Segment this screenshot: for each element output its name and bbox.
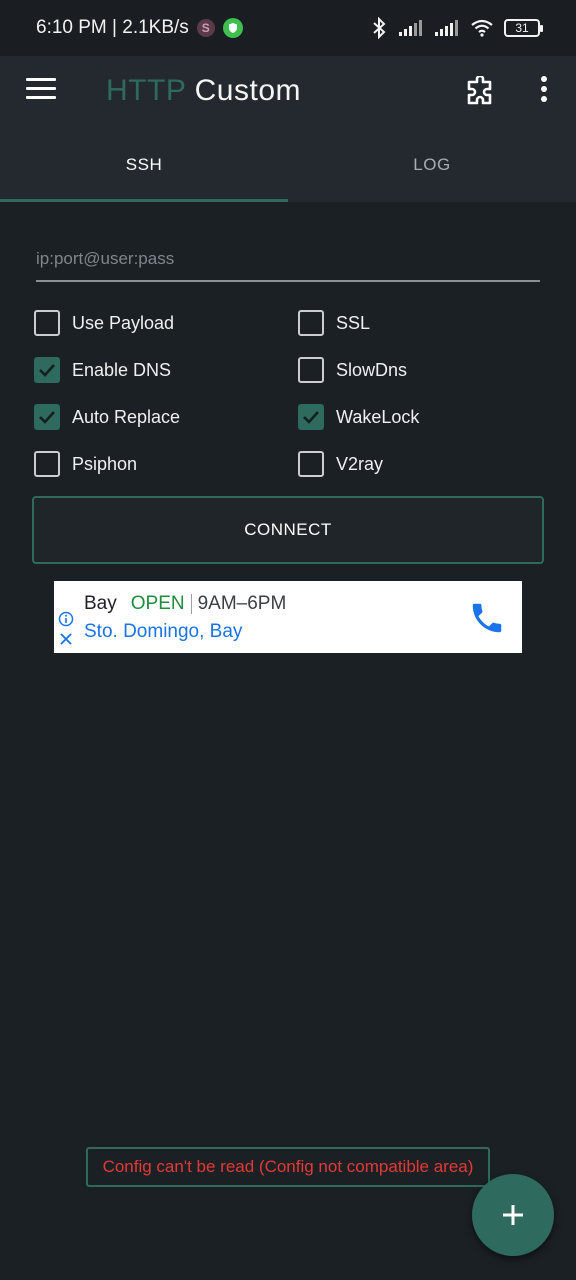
checkbox-auto-replace[interactable]	[34, 404, 60, 430]
ad-banner[interactable]: Bay OPEN 9AM–6PM Sto. Domingo, Bay	[54, 581, 522, 653]
ad-business-name: Bay	[84, 593, 117, 614]
signal-icon	[399, 20, 422, 36]
checkbox-enable-dns[interactable]	[34, 357, 60, 383]
wifi-icon	[471, 19, 493, 37]
more-options-button[interactable]	[538, 76, 550, 108]
s-notification-icon: S	[196, 19, 215, 37]
ad-headline: Bay OPEN 9AM–6PM	[84, 593, 286, 615]
option-label: WakeLock	[336, 406, 420, 427]
battery-icon: 31	[504, 19, 543, 37]
puzzle-icon	[467, 74, 492, 105]
shield-icon	[222, 18, 243, 38]
option-psiphon[interactable]: Psiphon	[34, 451, 137, 477]
option-label: Auto Replace	[72, 406, 181, 427]
close-icon[interactable]	[58, 631, 74, 647]
option-v2ray[interactable]: V2ray	[298, 451, 383, 477]
checkbox-v2ray[interactable]	[298, 451, 324, 477]
app-title-custom: Custom	[194, 74, 301, 107]
info-icon[interactable]	[58, 611, 74, 627]
connect-button[interactable]: CONNECT	[32, 496, 544, 564]
check-icon	[303, 411, 319, 424]
more-vert-icon	[541, 76, 547, 82]
ad-location: Sto. Domingo, Bay	[84, 621, 243, 642]
app-title-http: HTTP	[106, 74, 186, 107]
check-icon	[39, 411, 55, 424]
option-ssl[interactable]: SSL	[298, 310, 370, 336]
checkbox-ssl[interactable]	[298, 310, 324, 336]
option-label: Enable DNS	[72, 359, 172, 380]
menu-button[interactable]	[26, 78, 56, 104]
option-label: V2ray	[336, 453, 384, 474]
option-enable-dns[interactable]: Enable DNS	[34, 357, 171, 383]
tab-ssh[interactable]: SSH	[0, 128, 288, 202]
ad-open-status: OPEN	[130, 593, 185, 614]
check-icon	[39, 364, 55, 377]
phone-icon[interactable]	[468, 599, 506, 637]
config-error-toast: Config can't be read (Config not compati…	[86, 1147, 490, 1187]
add-config-button[interactable]	[472, 1174, 554, 1256]
option-use-payload[interactable]: Use Payload	[34, 310, 174, 336]
checkbox-use-payload[interactable]	[34, 310, 60, 336]
option-slowdns[interactable]: SlowDns	[298, 357, 407, 383]
status-left: 6:10 PM | 2.1KB/s S	[36, 17, 243, 39]
checkbox-wakelock[interactable]	[298, 404, 324, 430]
tab-bar: SSH LOG	[0, 128, 576, 202]
checkbox-psiphon[interactable]	[34, 451, 60, 477]
ad-hours: 9AM–6PM	[197, 593, 287, 614]
puzzle-button[interactable]	[464, 74, 496, 108]
option-label: SSL	[336, 312, 371, 333]
status-bar: 6:10 PM | 2.1KB/s S 31	[0, 0, 576, 56]
app-title: HTTP Custom	[106, 74, 301, 108]
option-label: Psiphon	[72, 453, 138, 474]
server-input[interactable]	[36, 246, 540, 282]
menu-icon	[26, 78, 56, 81]
tab-log[interactable]: LOG	[288, 128, 576, 202]
status-right: 31	[370, 17, 543, 39]
plus-icon	[503, 1205, 523, 1225]
option-label: Use Payload	[72, 312, 175, 333]
app-bar: HTTP Custom	[0, 56, 576, 128]
status-time-speed: 6:10 PM | 2.1KB/s	[36, 17, 189, 38]
ad-separator	[190, 594, 192, 614]
option-auto-replace[interactable]: Auto Replace	[34, 404, 180, 430]
bluetooth-icon	[373, 17, 386, 39]
option-label: SlowDns	[336, 359, 408, 380]
option-wakelock[interactable]: WakeLock	[298, 404, 419, 430]
checkbox-slowdns[interactable]	[298, 357, 324, 383]
signal-icon	[435, 20, 458, 36]
